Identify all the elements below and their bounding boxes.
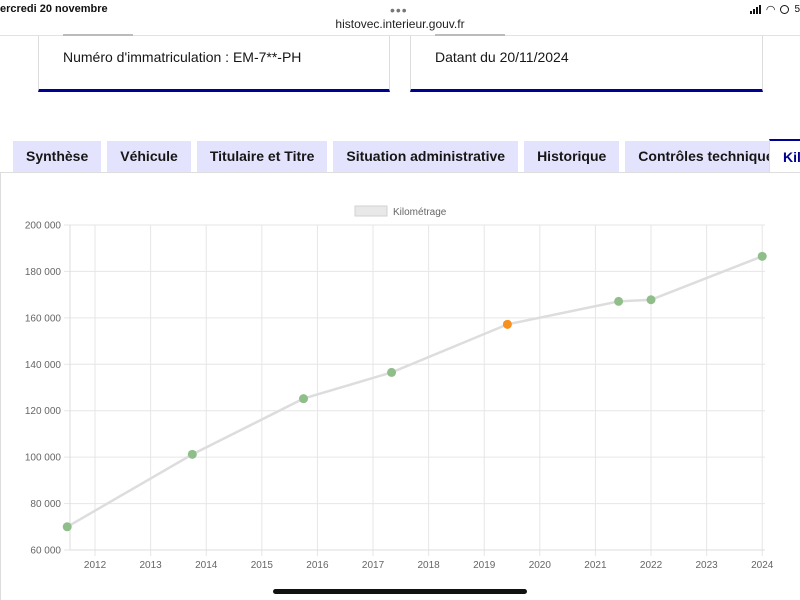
y-tick-label: 100 000 <box>25 453 62 464</box>
x-tick-label: 2018 <box>417 560 440 571</box>
chart-axes: 60 000 80 000 100 000 120 000 140 000 160 000… <box>25 221 774 572</box>
y-tick-label: 60 000 <box>30 546 61 557</box>
y-tick-label: 140 000 <box>25 360 62 371</box>
y-tick-label: 180 000 <box>25 267 62 278</box>
x-tick-label: 2023 <box>695 560 718 571</box>
chart-legend: Kilométrage <box>354 205 447 218</box>
x-tick-label: 2020 <box>529 560 552 571</box>
mileage-chart: 60 000 80 000 100 000 120 000 140 000 160 000… <box>25 205 774 572</box>
data-point <box>614 296 624 306</box>
x-tick-label: 2014 <box>195 560 218 571</box>
legend-swatch <box>354 205 388 217</box>
data-point <box>187 449 197 459</box>
series-line <box>66 255 763 528</box>
data-point <box>646 295 656 305</box>
x-tick-label: 2021 <box>584 560 607 571</box>
x-tick-label: 2017 <box>362 560 385 571</box>
data-point-warning <box>502 319 512 329</box>
legend-label: Kilométrage <box>393 207 447 218</box>
x-tick-label: 2019 <box>473 560 496 571</box>
x-tick-label: 2013 <box>139 560 162 571</box>
data-point <box>387 367 397 377</box>
y-tick-label: 80 000 <box>30 499 61 510</box>
x-tick-label: 2015 <box>251 560 274 571</box>
x-tick-label: 2016 <box>306 560 329 571</box>
x-tick-label: 2022 <box>640 560 663 571</box>
data-point <box>299 394 309 404</box>
data-points <box>62 251 767 532</box>
chart-grid <box>64 224 765 556</box>
data-point <box>62 522 72 532</box>
y-tick-label: 200 000 <box>25 221 62 232</box>
home-indicator[interactable] <box>273 589 527 594</box>
y-tick-label: 160 000 <box>25 313 62 324</box>
x-tick-label: 2012 <box>84 560 107 571</box>
x-tick-label: 2024 <box>751 560 774 571</box>
data-point <box>757 251 767 261</box>
y-tick-label: 120 000 <box>25 406 62 417</box>
